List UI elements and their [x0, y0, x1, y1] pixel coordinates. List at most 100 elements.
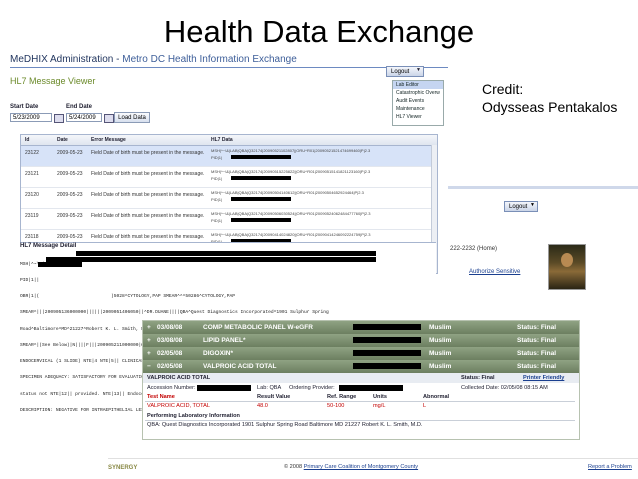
credit-author: Odysseas Pentakalos: [482, 99, 618, 115]
menu-item-hl7-viewer[interactable]: HL7 Viewer: [393, 113, 443, 121]
coalition-link[interactable]: Primary Care Coalition of Montgomery Cou…: [304, 464, 418, 470]
lab-row[interactable]: + 03/08/08 COMP METABOLIC PANEL W-eGFR M…: [143, 321, 579, 335]
redaction-bar: [231, 197, 291, 201]
lab-status: Status: Final: [517, 337, 557, 344]
footer: SYNERGY © 2008 Primary Care Coalition of…: [108, 458, 638, 479]
chevron-down-icon: ▼: [530, 202, 535, 208]
lab-row[interactable]: + 02/05/08 DIGOXIN* Muslim Status: Final: [143, 347, 579, 361]
column-header-hl7[interactable]: HL7 Data: [211, 137, 233, 143]
result-value: 48.0: [257, 403, 268, 409]
app-title-brand: MeDHIX Administration -: [10, 54, 123, 65]
row-hl7-pid: PID|1|: [211, 218, 222, 223]
slide-title: Health Data Exchange: [163, 14, 475, 49]
patient-phone: 222-2232 (Home): [450, 246, 498, 252]
redaction-bar: [76, 251, 376, 256]
app-title: MeDHIX Administration - Metro DC Health …: [10, 54, 297, 65]
row-hl7: MSH|^~\&|LAB|QBA|Q32174|20090515225822||…: [211, 169, 371, 174]
row-hl7-pid: PID|1|: [211, 176, 222, 181]
column-header-id[interactable]: Id: [25, 137, 29, 143]
row-date: 2009-05-23: [57, 171, 83, 177]
hl7-viewer-window: MeDHIX Administration - Metro DC Health …: [0, 54, 448, 413]
row-error: Field Date of birth must be present in t…: [91, 192, 205, 198]
row-id: 23121: [25, 171, 39, 177]
row-date: 2009-05-23: [57, 150, 83, 156]
lab-date: 03/08/08: [157, 324, 183, 331]
printer-friendly-link[interactable]: Printer Friendly: [523, 375, 564, 381]
redaction-bar: [353, 324, 421, 330]
row-hl7-pid: PID|1|: [211, 197, 222, 202]
report-problem-link[interactable]: Report a Problem: [588, 464, 632, 470]
lab-label: Lab: QBA: [257, 385, 282, 391]
row-date: 2009-05-23: [57, 192, 83, 198]
lab-status: Status: Final: [517, 363, 557, 370]
credit-label: Credit:: [482, 81, 524, 97]
row-hl7: MSH|^~\&|LAB|QBA|Q32174|20090521102807||…: [211, 148, 371, 153]
lab-test: DIGOXIN*: [203, 350, 233, 357]
test-name: VALPROIC ACID, TOTAL: [147, 403, 210, 409]
table-row[interactable]: 23120 2009-05-23 Field Date of birth mus…: [21, 188, 433, 209]
performing-lab-title: Performing Laboratory Information: [147, 413, 240, 419]
ordering-provider-label: Ordering Provider:: [289, 385, 335, 391]
performing-lab-text: QBA: Quest Diagnostics Incorporated 1901…: [147, 422, 423, 428]
row-id: 23122: [25, 150, 39, 156]
chevron-down-icon: ▼: [416, 67, 421, 73]
table-row[interactable]: 23119 2009-05-23 Field Date of birth mus…: [21, 209, 433, 230]
column-header-date[interactable]: Date: [57, 137, 68, 143]
row-id: 23120: [25, 192, 39, 198]
copyright-prefix: © 2008: [284, 464, 304, 470]
lab-detail-status: Status: Final: [461, 375, 495, 381]
row-date: 2009-05-23: [57, 213, 83, 219]
lab-status: Status: Final: [517, 324, 557, 331]
load-data-button[interactable]: Load Data: [114, 112, 150, 123]
menu-item-maintenance[interactable]: Maintenance: [393, 105, 443, 113]
synergy-logo: SYNERGY: [108, 465, 138, 471]
detail-line: PID|1||: [20, 278, 40, 284]
col-range: Ref. Range: [327, 394, 357, 400]
menu-item-lab-editor[interactable]: Lab Editor: [393, 81, 443, 89]
row-id: 23118: [25, 234, 39, 240]
lab-results-panel: + 03/08/08 COMP METABOLIC PANEL W-eGFR M…: [142, 320, 580, 440]
grid-header: Id Date Error Message HL7 Data: [21, 135, 437, 146]
redaction-bar: [353, 363, 421, 369]
menu-item-catastrophic[interactable]: Catastrophic Overw: [393, 89, 443, 97]
ref-range: 50-100: [327, 403, 345, 409]
calendar-icon[interactable]: [54, 114, 64, 123]
row-hl7: MSH|^~\&|LAB|QBA|Q32174|20090504140612||…: [211, 190, 364, 195]
patient-photo: [548, 244, 586, 290]
abnormal-flag: L: [423, 403, 427, 409]
col-test-name: Test Name: [147, 394, 175, 400]
row-hl7: MSH|^~\&|LAB|QBA|Q32174|20090506030524||…: [211, 211, 371, 216]
divider: [145, 420, 575, 421]
col-units: Units: [373, 394, 387, 400]
column-header-error[interactable]: Error Message: [91, 137, 126, 143]
row-error: Field Date of birth must be present in t…: [91, 150, 205, 156]
accession-label: Accession Number:: [147, 385, 196, 391]
app-title-sub: Metro DC Health Information Exchange: [122, 54, 297, 65]
hl7-message-detail: HL7 Message Detail MSH|^~\&|LAB|QBA| PID…: [20, 242, 436, 413]
lab-date: 03/08/08: [157, 337, 183, 344]
lab-test: VALPROIC ACID TOTAL: [203, 363, 277, 370]
lab-row[interactable]: + 03/08/08 LIPID PANEL* Muslim Status: F…: [143, 334, 579, 348]
redaction-bar: [231, 176, 291, 180]
page-title: HL7 Message Viewer: [10, 76, 96, 86]
lab-facility: Muslim: [429, 337, 452, 344]
expand-icon: +: [147, 337, 151, 344]
authorize-sensitive-link[interactable]: Authorize Sensitive: [469, 269, 520, 275]
table-row[interactable]: 23121 2009-05-23 Field Date of birth mus…: [21, 167, 433, 188]
lab-test: LIPID PANEL*: [203, 337, 246, 344]
redaction-bar: [353, 337, 421, 343]
calendar-icon[interactable]: [104, 114, 114, 123]
start-date-input[interactable]: 5/23/2009: [10, 113, 52, 122]
row-date: 2009-05-23: [57, 234, 83, 240]
col-result: Result Value: [257, 394, 291, 400]
menu-item-audit-events[interactable]: Audit Events: [393, 97, 443, 105]
detail-line: OBR|1|( )5028^CYTOLOGY,PAP SMEAR^^^50286…: [20, 294, 236, 300]
units: mg/L: [373, 403, 386, 409]
lab-date: 02/05/08: [157, 350, 183, 357]
table-row[interactable]: 23122 2009-05-23 Field Date of birth mus…: [21, 146, 433, 167]
end-date-input[interactable]: 5/24/2009: [66, 113, 102, 122]
detail-line: SMEAR^|||200905136000000||||||2009051406…: [20, 310, 329, 316]
lab-row-expanded[interactable]: − 02/05/08 VALPROIC ACID TOTAL Muslim St…: [143, 360, 579, 374]
lab-date: 02/05/08: [157, 363, 183, 370]
end-date-label: End Date: [66, 104, 93, 110]
